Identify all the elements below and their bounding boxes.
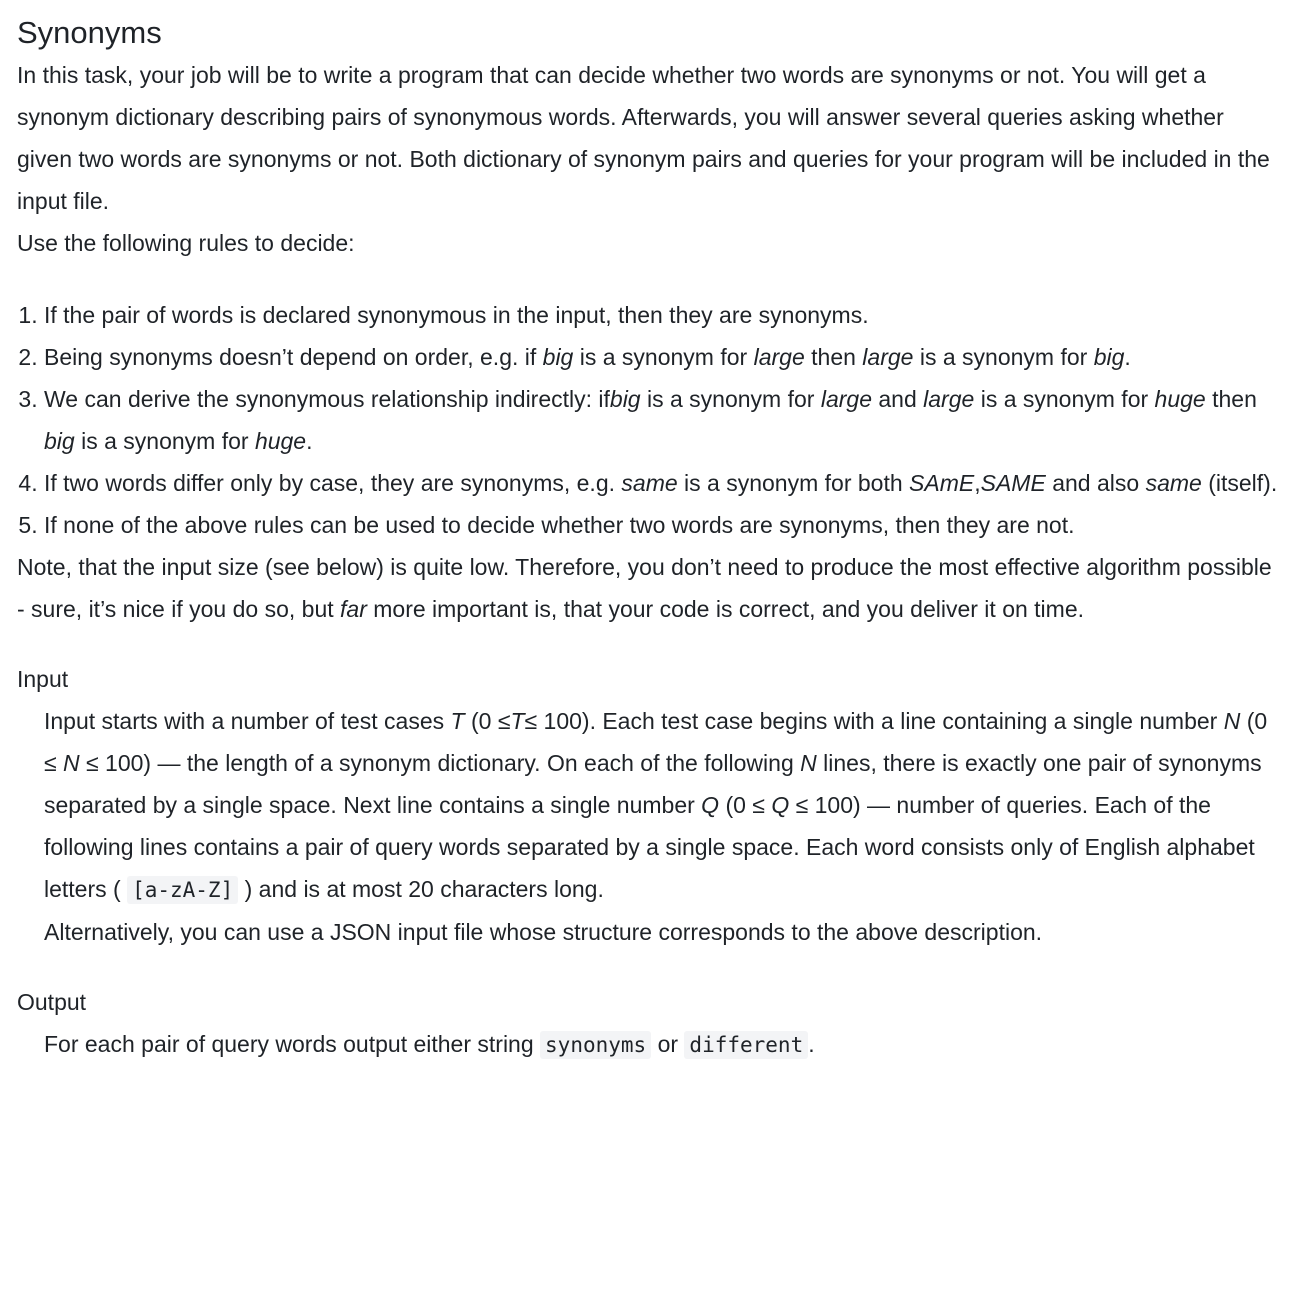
rule-5-text: If none of the above rules can be used t… xyxy=(44,512,1075,538)
rule-2: Being synonyms doesn’t depend on order, … xyxy=(44,336,1285,378)
alphabet-code: [a-zA-Z] xyxy=(127,876,239,904)
output-section-body: For each pair of query words output eith… xyxy=(44,1023,1285,1066)
rule-4: If two words differ only by case, they a… xyxy=(44,462,1285,504)
output-description: For each pair of query words output eith… xyxy=(44,1031,815,1059)
input-heading: Input xyxy=(17,666,69,692)
note-paragraph: Note, that the input size (see below) is… xyxy=(17,554,1272,622)
synonyms-code: synonyms xyxy=(540,1031,652,1059)
input-section-body: Input starts with a number of test cases… xyxy=(44,700,1285,953)
rules-lead-text: Use the following rules to decide: xyxy=(17,230,355,256)
rules-list: If the pair of words is declared synonym… xyxy=(17,294,1285,546)
rule-5: If none of the above rules can be used t… xyxy=(44,504,1285,546)
rule-3: We can derive the synonymous relationshi… xyxy=(44,378,1285,462)
input-description: Input starts with a number of test cases… xyxy=(44,708,1268,904)
json-alternative-note: Alternatively, you can use a JSON input … xyxy=(44,919,1043,945)
different-code: different xyxy=(684,1031,809,1059)
rule-1-text: If the pair of words is declared synonym… xyxy=(44,302,869,328)
page-title: Synonyms xyxy=(17,15,162,50)
output-heading: Output xyxy=(17,989,87,1015)
intro-paragraph: In this task, your job will be to write … xyxy=(17,62,1270,214)
problem-statement: Synonyms In this task, your job will be … xyxy=(0,0,1302,1066)
rule-1: If the pair of words is declared synonym… xyxy=(44,294,1285,336)
